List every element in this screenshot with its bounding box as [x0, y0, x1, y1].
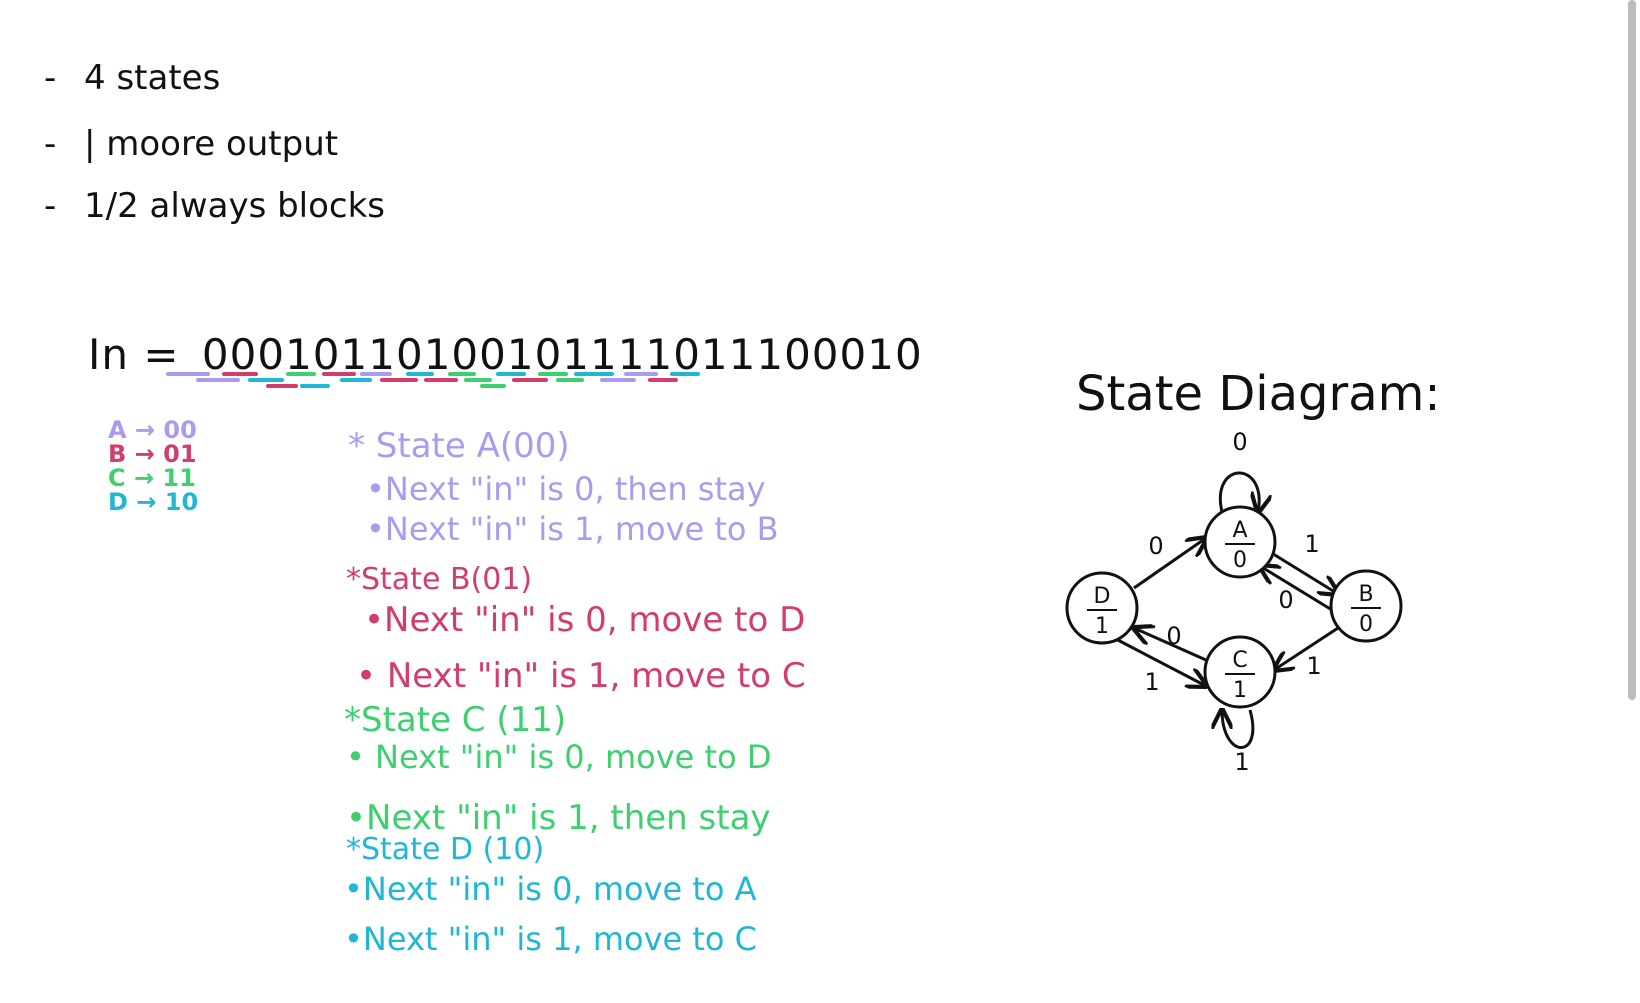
edge-label-d-c: 1	[1144, 668, 1159, 696]
state-d-heading: *State D (10)	[346, 832, 545, 867]
state-b-rule: •Next "in" is 0, move to D	[364, 600, 806, 640]
state-a-heading: * State A(00)	[348, 426, 570, 466]
state-a-rule: •Next "in" is 0, then stay	[366, 470, 766, 508]
state-a-rule: •Next "in" is 1, move to B	[366, 510, 779, 548]
edge-label-c-d: 0	[1166, 622, 1181, 650]
bullet-dash: -	[44, 58, 57, 98]
node-a-name: A	[1232, 518, 1247, 543]
node-b-name: B	[1358, 582, 1373, 607]
vertical-scrollbar[interactable]	[1628, 0, 1636, 700]
node-b-output: 0	[1359, 612, 1373, 637]
edge-label-a-b: 1	[1304, 530, 1319, 558]
node-a-output: 0	[1233, 548, 1247, 573]
legend-entry-a: A → 00	[108, 416, 197, 444]
edge-label-b-c: 1	[1306, 652, 1321, 680]
state-c-heading: *State C (11)	[344, 700, 567, 740]
requirement-text: 4 states	[84, 58, 221, 98]
state-b-heading: *State B(01)	[346, 562, 533, 597]
node-c-output: 1	[1233, 678, 1247, 703]
edge-label-b-a: 0	[1278, 586, 1293, 614]
requirement-3: -1/2 always blocks	[44, 186, 385, 226]
state-diagram-title: State Diagram:	[1076, 366, 1441, 422]
edge-label-d-a: 0	[1148, 532, 1163, 560]
edge-d-c	[1113, 636, 1206, 686]
legend-entry-d: D → 10	[108, 488, 199, 516]
bullet-dash: -	[44, 124, 57, 164]
requirement-text: 1/2 always blocks	[84, 186, 386, 226]
bullet-dash: -	[44, 186, 57, 226]
state-d-rule: •Next "in" is 1, move to C	[344, 920, 757, 958]
edge-b-a	[1260, 566, 1333, 612]
state-b-rule: • Next "in" is 1, move to C	[356, 656, 806, 696]
requirement-text: | moore output	[84, 124, 339, 164]
edge-c-c	[1222, 710, 1255, 749]
state-diagram: A 0 B 0 C 1 D 1 0 1 0 1 1 0 0 1	[1065, 428, 1403, 776]
edge-label-c-c: 1	[1234, 748, 1249, 776]
input-state-underlines	[166, 372, 700, 388]
encoding-legend: A → 00 B → 01 C → 11 D → 10	[108, 418, 198, 514]
node-c-name: C	[1232, 648, 1247, 673]
state-d-rule: •Next "in" is 0, move to A	[344, 870, 757, 908]
edge-d-a	[1133, 538, 1206, 590]
edge-label-a-a: 0	[1232, 428, 1247, 456]
node-d-output: 1	[1095, 614, 1109, 639]
state-c-rule: • Next "in" is 0, move to D	[346, 738, 772, 776]
requirement-1: -4 states	[44, 58, 220, 98]
legend-entry-c: C → 11	[108, 464, 196, 492]
node-d-name: D	[1094, 584, 1111, 609]
legend-entry-b: B → 01	[108, 440, 197, 468]
requirement-2: - | moore output	[44, 124, 338, 164]
